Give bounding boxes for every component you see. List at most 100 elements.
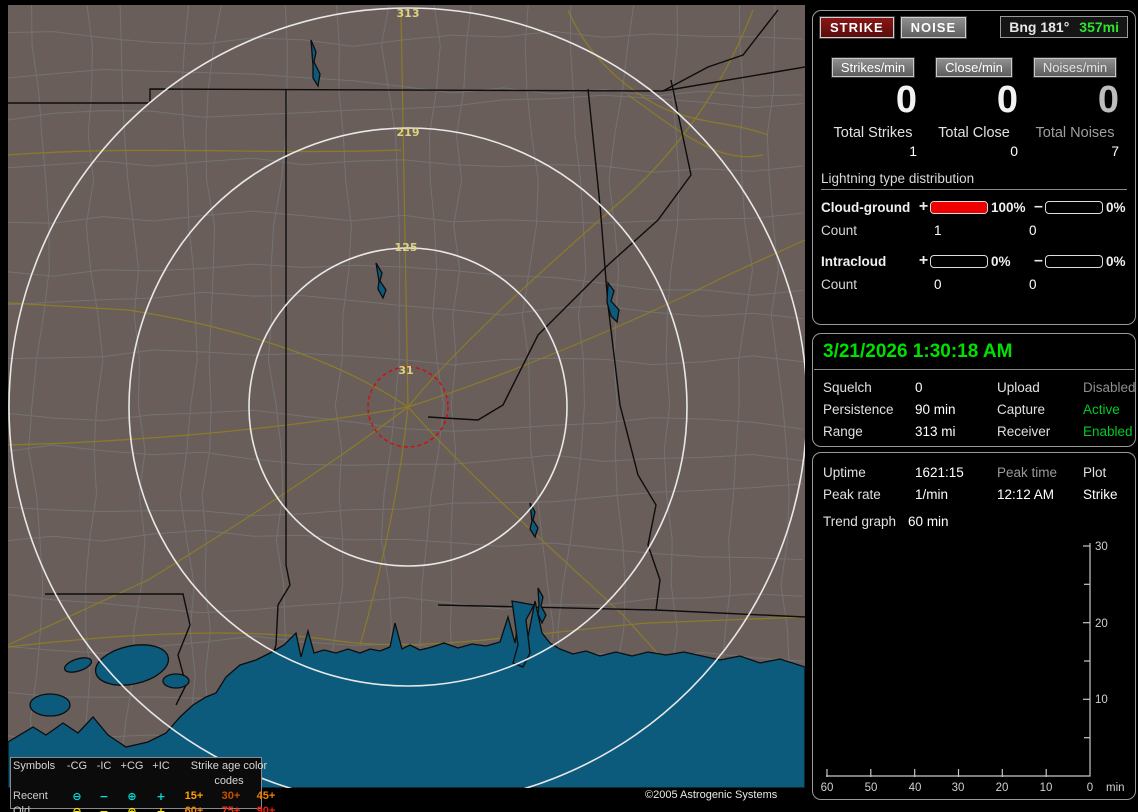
range-value: 313 mi [915,424,956,439]
receiver-label: Receiver [997,424,1051,439]
strikes-counter: Strikes/min 0 Total Strikes 1 [823,57,923,159]
y-tick-20: 20 [1095,618,1108,630]
counters-panel: STRIKE NOISE Bng 181° 357mi Strikes/min … [812,10,1136,325]
intracloud-label: Intracloud [821,253,887,269]
copyright-text: ©2005 Astrogenic Systems [645,789,778,801]
age-75-label: 75+ [221,805,241,812]
noise-mode-button[interactable]: NOISE [899,15,968,39]
cg-negative-bar [1045,200,1103,214]
age-15-label: 15+ [184,790,204,802]
map-canvas: 313 219 125 31 [8,5,805,788]
receiver-status: Enabled [1083,424,1133,439]
noises-per-min-value: 0 [1097,79,1119,121]
strikes-per-min-button[interactable]: Strikes/min [830,57,916,78]
plus-sign: + [918,252,929,269]
trend-axes [826,543,1091,777]
x-tick-60: 60 [821,782,834,794]
neg-cg-old-icon: ⊖ [72,805,82,812]
peak-rate-value: 1/min [915,487,949,502]
peak-time-value: 12:12 AM [997,487,1055,502]
age-60-label: 60+ [184,805,204,812]
legend-old-label: Old [13,805,31,812]
legend-neg-cg-header: -CG [66,760,88,772]
intracloud-count-row: Count 0 0 [821,277,1127,292]
ic-positive-pct: 0% [991,253,1011,269]
peak-rate-label: Peak rate [823,487,881,502]
legend-neg-ic-header: -IC [96,760,112,772]
total-noises-value: 7 [1111,143,1119,159]
total-close-value: 0 [1010,143,1018,159]
ic-negative-count: 0 [1029,277,1037,292]
cloud-ground-label: Cloud-ground [821,199,911,215]
ic-positive-bar [930,254,988,268]
trend-graph-value: 60 min [908,514,949,529]
ring-label-219: 219 [397,126,420,139]
total-strikes-label: Total Strikes [833,125,913,141]
legend-pos-cg-header: +CG [120,760,144,772]
strike-mode-button[interactable]: STRIKE [819,15,895,39]
close-per-min-button[interactable]: Close/min [935,57,1013,78]
ring-label-125: 125 [395,241,418,254]
y-tick-30: 30 [1095,541,1108,553]
x-tick-40: 40 [909,782,922,794]
squelch-label: Squelch [823,380,872,395]
x-tick-20: 20 [996,782,1009,794]
trend-panel: Uptime 1621:15 Peak time Plot Peak rate … [812,452,1136,800]
ring-label-313: 313 [397,7,420,20]
plot-label: Plot [1083,465,1107,480]
lightning-map[interactable]: 313 219 125 31 [8,5,805,788]
neg-cg-recent-icon: ⊖ [72,790,82,803]
cg-negative-count: 0 [1029,223,1037,238]
plus-sign: + [918,198,929,215]
count-label: Count [821,277,858,292]
total-strikes-value: 1 [909,143,917,159]
x-tick-10: 10 [1040,782,1053,794]
peak-time-label: Peak time [997,465,1058,480]
minus-sign: – [1034,198,1043,215]
range-label: Range [823,424,863,439]
age-30-label: 30+ [221,790,241,802]
legend-symbols-header: Symbols [13,760,56,772]
persistence-value: 90 min [915,402,956,417]
squelch-value: 0 [915,380,923,395]
nexstorm-window: 313 219 125 31 Symbols -CG -IC +CG +IC S… [0,0,1138,812]
persistence-label: Persistence [823,402,894,417]
close-per-min-value: 0 [996,79,1018,121]
neg-ic-recent-icon: − [99,790,109,803]
ic-negative-pct: 0% [1106,253,1126,269]
lightning-type-distribution: Lightning type distribution Cloud-ground… [813,159,1135,292]
age-45-label: 45+ [256,790,276,802]
legend-pos-ic-header: +IC [152,760,170,772]
pos-ic-recent-icon: + [156,790,166,803]
noises-counter: Noises/min 0 Total Noises 7 [1025,57,1125,159]
bearing-distance: 357mi [1079,19,1119,35]
datetime-display: 3/21/2026 1:30:18 AM [823,341,1013,362]
intracloud-row: Intracloud + 0% – 0% [821,252,1127,270]
y-tick-10: 10 [1095,694,1108,706]
trend-graph-label: Trend graph [823,514,897,529]
total-noises-label: Total Noises [1035,125,1115,141]
ic-negative-bar [1045,254,1103,268]
noises-per-min-button[interactable]: Noises/min [1032,57,1118,78]
distribution-title: Lightning type distribution [821,171,1127,190]
capture-label: Capture [997,402,1046,417]
minus-sign: – [1034,252,1043,269]
cg-negative-pct: 0% [1106,199,1126,215]
upload-status: Disabled [1083,380,1136,395]
x-tick-30: 30 [952,782,965,794]
legend-recent-label: Recent [13,790,48,802]
capture-status: Active [1083,402,1120,417]
ic-positive-count: 0 [934,277,942,292]
cloud-ground-row: Cloud-ground + 100% – 0% [821,198,1127,216]
ring-label-31: 31 [398,364,413,377]
cloud-ground-count-row: Count 1 0 [821,223,1127,238]
trend-graph: 30 20 10 60 50 40 30 20 10 0 min [821,541,1125,794]
cg-positive-bar [930,200,988,214]
uptime-value: 1621:15 [915,465,964,480]
total-close-label: Total Close [938,125,1010,141]
cg-positive-count: 1 [934,223,942,238]
close-counter: Close/min 0 Total Close 0 [924,57,1024,159]
legend-age-header: Strike age color codes [190,760,268,787]
age-90-label: 90+ [256,805,276,812]
uptime-label: Uptime [823,465,866,480]
